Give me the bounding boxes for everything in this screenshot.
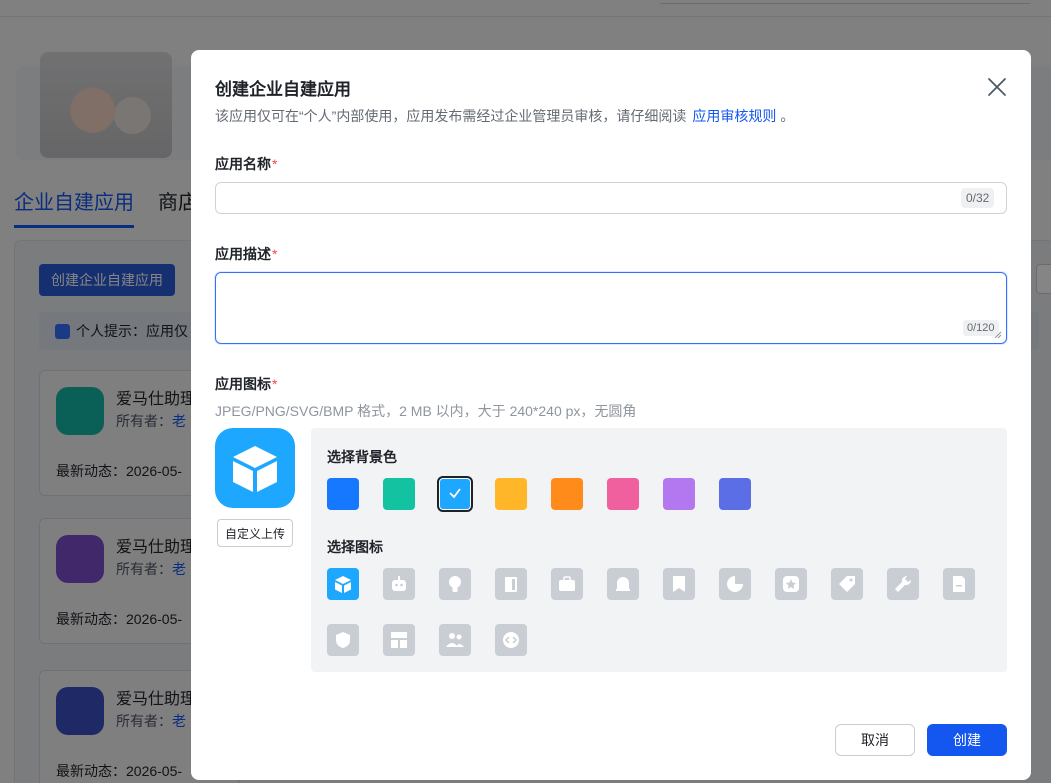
tag-icon [839, 576, 855, 592]
icon-option[interactable] [327, 568, 359, 600]
icon-option[interactable] [327, 624, 359, 656]
icon-label: 应用图标* [215, 376, 278, 392]
color-swatch[interactable] [551, 478, 583, 510]
color-swatch[interactable] [719, 478, 751, 510]
app-name-input[interactable] [215, 182, 1007, 214]
icon-option[interactable] [383, 568, 415, 600]
icon-option[interactable] [495, 624, 527, 656]
cancel-button[interactable]: 取消 [835, 724, 915, 756]
people-icon [446, 633, 464, 647]
bell-icon [616, 577, 630, 591]
robot-icon [392, 576, 406, 591]
icon-option[interactable] [495, 568, 527, 600]
subtitle-text: 该应用仅可在“个人”内部使用，应用发布需经过企业管理员审核，请仔细阅读 [215, 108, 687, 124]
name-char-count: 0/32 [961, 188, 995, 208]
desc-label: 应用描述* [215, 246, 278, 262]
app-description-input[interactable] [215, 272, 1007, 344]
icon-option[interactable] [663, 568, 695, 600]
star-badge-icon [783, 576, 799, 592]
wrench-icon [895, 575, 912, 592]
layout-icon [391, 632, 407, 648]
required-mark: * [272, 156, 278, 172]
briefcase-icon [559, 576, 575, 591]
icon-option[interactable] [775, 568, 807, 600]
color-swatch[interactable] [437, 476, 473, 512]
color-swatch[interactable] [327, 478, 359, 510]
document-icon [953, 576, 965, 592]
shield-check-icon [336, 632, 350, 648]
icon-format-hint: JPEG/PNG/SVG/BMP 格式，2 MB 以内，大于 240*240 p… [215, 403, 637, 419]
icon-picker-panel: 选择背景色 选择图标 [311, 428, 1007, 672]
icon-option[interactable] [831, 568, 863, 600]
pie-chart-icon [727, 576, 743, 592]
icon-option[interactable] [719, 568, 751, 600]
color-swatch[interactable] [663, 478, 695, 510]
required-mark: * [272, 246, 278, 262]
color-swatch[interactable] [383, 478, 415, 510]
name-label: 应用名称* [215, 156, 278, 172]
icon-option[interactable] [551, 568, 583, 600]
subtitle-end: 。 [780, 108, 795, 124]
review-rules-link[interactable]: 应用审核规则 [692, 108, 776, 124]
door-icon [505, 577, 517, 592]
app-icon-preview [215, 428, 295, 508]
color-swatch[interactable] [495, 478, 527, 510]
bookmark-check-icon [673, 576, 685, 592]
icon-option[interactable] [439, 624, 471, 656]
icon-option[interactable] [943, 568, 975, 600]
icon-option[interactable] [887, 568, 919, 600]
icon-option[interactable] [439, 568, 471, 600]
code-icon [503, 632, 519, 648]
check-icon [449, 488, 461, 499]
bg-color-label: 选择背景色 [327, 449, 397, 465]
create-button[interactable]: 创建 [927, 724, 1007, 756]
close-button[interactable] [986, 76, 1008, 98]
dialog-title: 创建企业自建应用 [215, 80, 351, 99]
required-mark: * [272, 376, 278, 392]
cube-icon [233, 446, 277, 492]
close-icon [988, 78, 1006, 96]
icon-option[interactable] [383, 624, 415, 656]
resize-handle-icon[interactable] [994, 331, 1002, 339]
create-app-dialog: 创建企业自建应用 该应用仅可在“个人”内部使用，应用发布需经过企业管理员审核，请… [191, 50, 1031, 780]
icon-choose-label: 选择图标 [327, 539, 383, 555]
dialog-subtitle: 该应用仅可在“个人”内部使用，应用发布需经过企业管理员审核，请仔细阅读 应用审核规… [215, 106, 794, 126]
custom-upload-button[interactable]: 自定义上传 [217, 519, 293, 547]
color-swatch[interactable] [607, 478, 639, 510]
icon-option[interactable] [607, 568, 639, 600]
cube-icon [335, 576, 351, 593]
lightbulb-icon [449, 576, 461, 592]
